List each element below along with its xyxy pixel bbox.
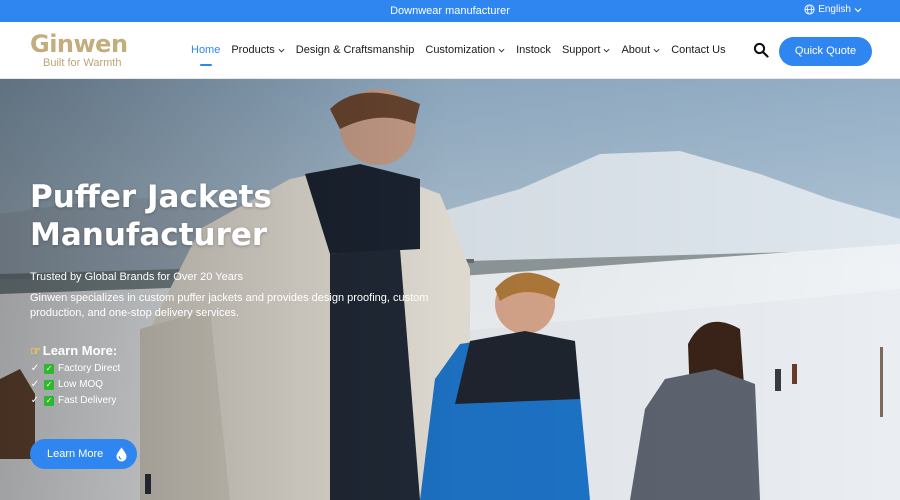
hero-subtitle: Trusted by Global Brands for Over 20 Yea…: [30, 271, 243, 283]
chevron-down-icon: [653, 48, 660, 53]
feature-label: Fast Delivery: [58, 395, 117, 406]
quick-quote-button[interactable]: Quick Quote: [779, 37, 872, 66]
hero-title-line-1: Puffer Jackets: [30, 179, 272, 215]
droplet-icon: [116, 447, 127, 461]
check-box-icon: ✓: [44, 395, 54, 406]
nav-item-instock[interactable]: Instock: [516, 44, 551, 56]
check-box-icon: ✓: [44, 379, 54, 390]
nav-item-about[interactable]: About: [621, 44, 660, 56]
feature-list: ✓ ✓ Factory Direct ✓ ✓ Low MOQ ✓ ✓ Fast Delivery: [30, 363, 450, 406]
nav-item-design-craftsmanship[interactable]: Design & Craftsmanship: [296, 44, 415, 56]
announcement-bar: Downwear manufacturer English: [0, 0, 900, 22]
feature-item: ✓ ✓ Low MOQ: [30, 379, 450, 390]
nav-item-label: Customization: [425, 44, 496, 56]
globe-icon: [804, 4, 815, 15]
check-box-icon: ✓: [44, 363, 54, 374]
nav-item-contact-us[interactable]: Contact Us: [671, 44, 725, 56]
learn-more-heading-label: Learn More:: [42, 343, 118, 358]
nav-item-label: About: [621, 44, 651, 56]
logo-brand: Ginwen: [30, 30, 128, 58]
chevron-down-icon: [603, 48, 610, 53]
hero-content: Puffer Jackets Manufacturer Trusted by G…: [30, 178, 450, 406]
hero-description: Ginwen specializes in custom puffer jack…: [30, 292, 429, 319]
chevron-down-icon: [498, 48, 505, 53]
language-label: English: [818, 4, 851, 15]
hero-title: Puffer Jackets Manufacturer: [30, 178, 330, 254]
chevron-down-icon: [278, 48, 285, 53]
announcement-text: Downwear manufacturer: [390, 5, 510, 17]
checkmark-icon: ✓: [30, 379, 40, 390]
learn-more-heading: ☞ Learn More:: [30, 343, 450, 358]
pointing-hand-icon: ☞: [30, 343, 41, 358]
learn-more-button-label: Learn More: [47, 448, 104, 460]
language-selector[interactable]: English: [804, 4, 862, 15]
nav-item-label: Support: [561, 44, 601, 56]
nav-item-label: Contact Us: [671, 44, 726, 56]
checkmark-icon: ✓: [30, 363, 40, 374]
feature-label: Low MOQ: [58, 379, 104, 390]
feature-item: ✓ ✓ Factory Direct: [30, 363, 450, 374]
checkmark-icon: ✓: [30, 395, 40, 406]
hero-title-line-2: Manufacturer: [30, 217, 268, 253]
nav-item-support[interactable]: Support: [562, 44, 611, 56]
hero-section: Puffer Jackets Manufacturer Trusted by G…: [0, 79, 900, 500]
nav-item-products[interactable]: Products: [231, 44, 285, 56]
logo[interactable]: Ginwen Built for Warmth: [30, 31, 128, 69]
site-header: Ginwen Built for Warmth Home Products Desi…: [0, 22, 900, 79]
nav-item-label: Instock: [516, 44, 551, 56]
nav-item-label: Products: [231, 44, 275, 56]
nav-item-label: Home: [191, 44, 221, 56]
feature-label: Factory Direct: [58, 363, 121, 374]
main-nav: Home Products Design & Craftsmanship Custom…: [191, 44, 737, 66]
learn-more-button[interactable]: Learn More: [30, 439, 137, 469]
nav-item-label: Design & Craftsmanship: [295, 44, 415, 56]
nav-item-customization[interactable]: Customization: [425, 44, 505, 56]
logo-tagline: Built for Warmth: [43, 57, 122, 69]
search-icon[interactable]: [753, 42, 769, 58]
feature-item: ✓ ✓ Fast Delivery: [30, 395, 450, 406]
chevron-down-icon: [854, 7, 862, 12]
nav-item-home[interactable]: Home: [191, 44, 221, 66]
